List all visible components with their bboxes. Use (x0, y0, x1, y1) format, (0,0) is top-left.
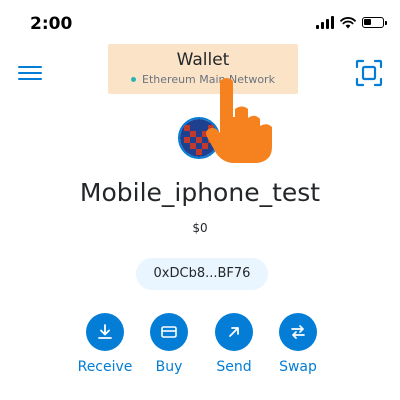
status-icons (316, 16, 387, 29)
receive-label: Receive (77, 359, 133, 375)
swap-button[interactable]: Swap (265, 313, 331, 375)
send-label: Send (216, 359, 252, 375)
action-buttons: Receive Buy Send Swap (0, 313, 400, 383)
hamburger-menu-icon[interactable] (18, 62, 44, 84)
network-name: Ethereum Main Network (142, 73, 275, 86)
cellular-signal-icon (316, 16, 334, 29)
identicon (180, 119, 218, 157)
battery-icon (362, 17, 387, 28)
send-button[interactable]: Send (201, 313, 267, 375)
wifi-icon (340, 16, 356, 28)
network-status: Ethereum Main Network (108, 73, 298, 86)
buy-label: Buy (155, 359, 183, 375)
qr-scan-icon[interactable] (355, 59, 383, 87)
status-bar: 2:00 (0, 0, 400, 48)
account-name[interactable]: Mobile_iphone_test (0, 178, 400, 207)
status-time: 2:00 (30, 14, 73, 34)
account-balance: $0 (192, 221, 208, 235)
account-avatar[interactable] (178, 117, 220, 159)
buy-button[interactable]: Buy (136, 313, 202, 375)
swap-icon (279, 313, 317, 351)
receive-icon (86, 313, 124, 351)
card-icon (150, 313, 188, 351)
wallet-title: Wallet (176, 50, 230, 70)
receive-button[interactable]: Receive (72, 313, 138, 375)
send-arrow-icon (215, 313, 253, 351)
account-address-button[interactable]: 0xDCb8...BF76 (136, 258, 268, 290)
network-selector[interactable]: Wallet Ethereum Main Network (108, 44, 298, 94)
swap-label: Swap (279, 359, 317, 375)
network-status-dot (131, 76, 137, 82)
